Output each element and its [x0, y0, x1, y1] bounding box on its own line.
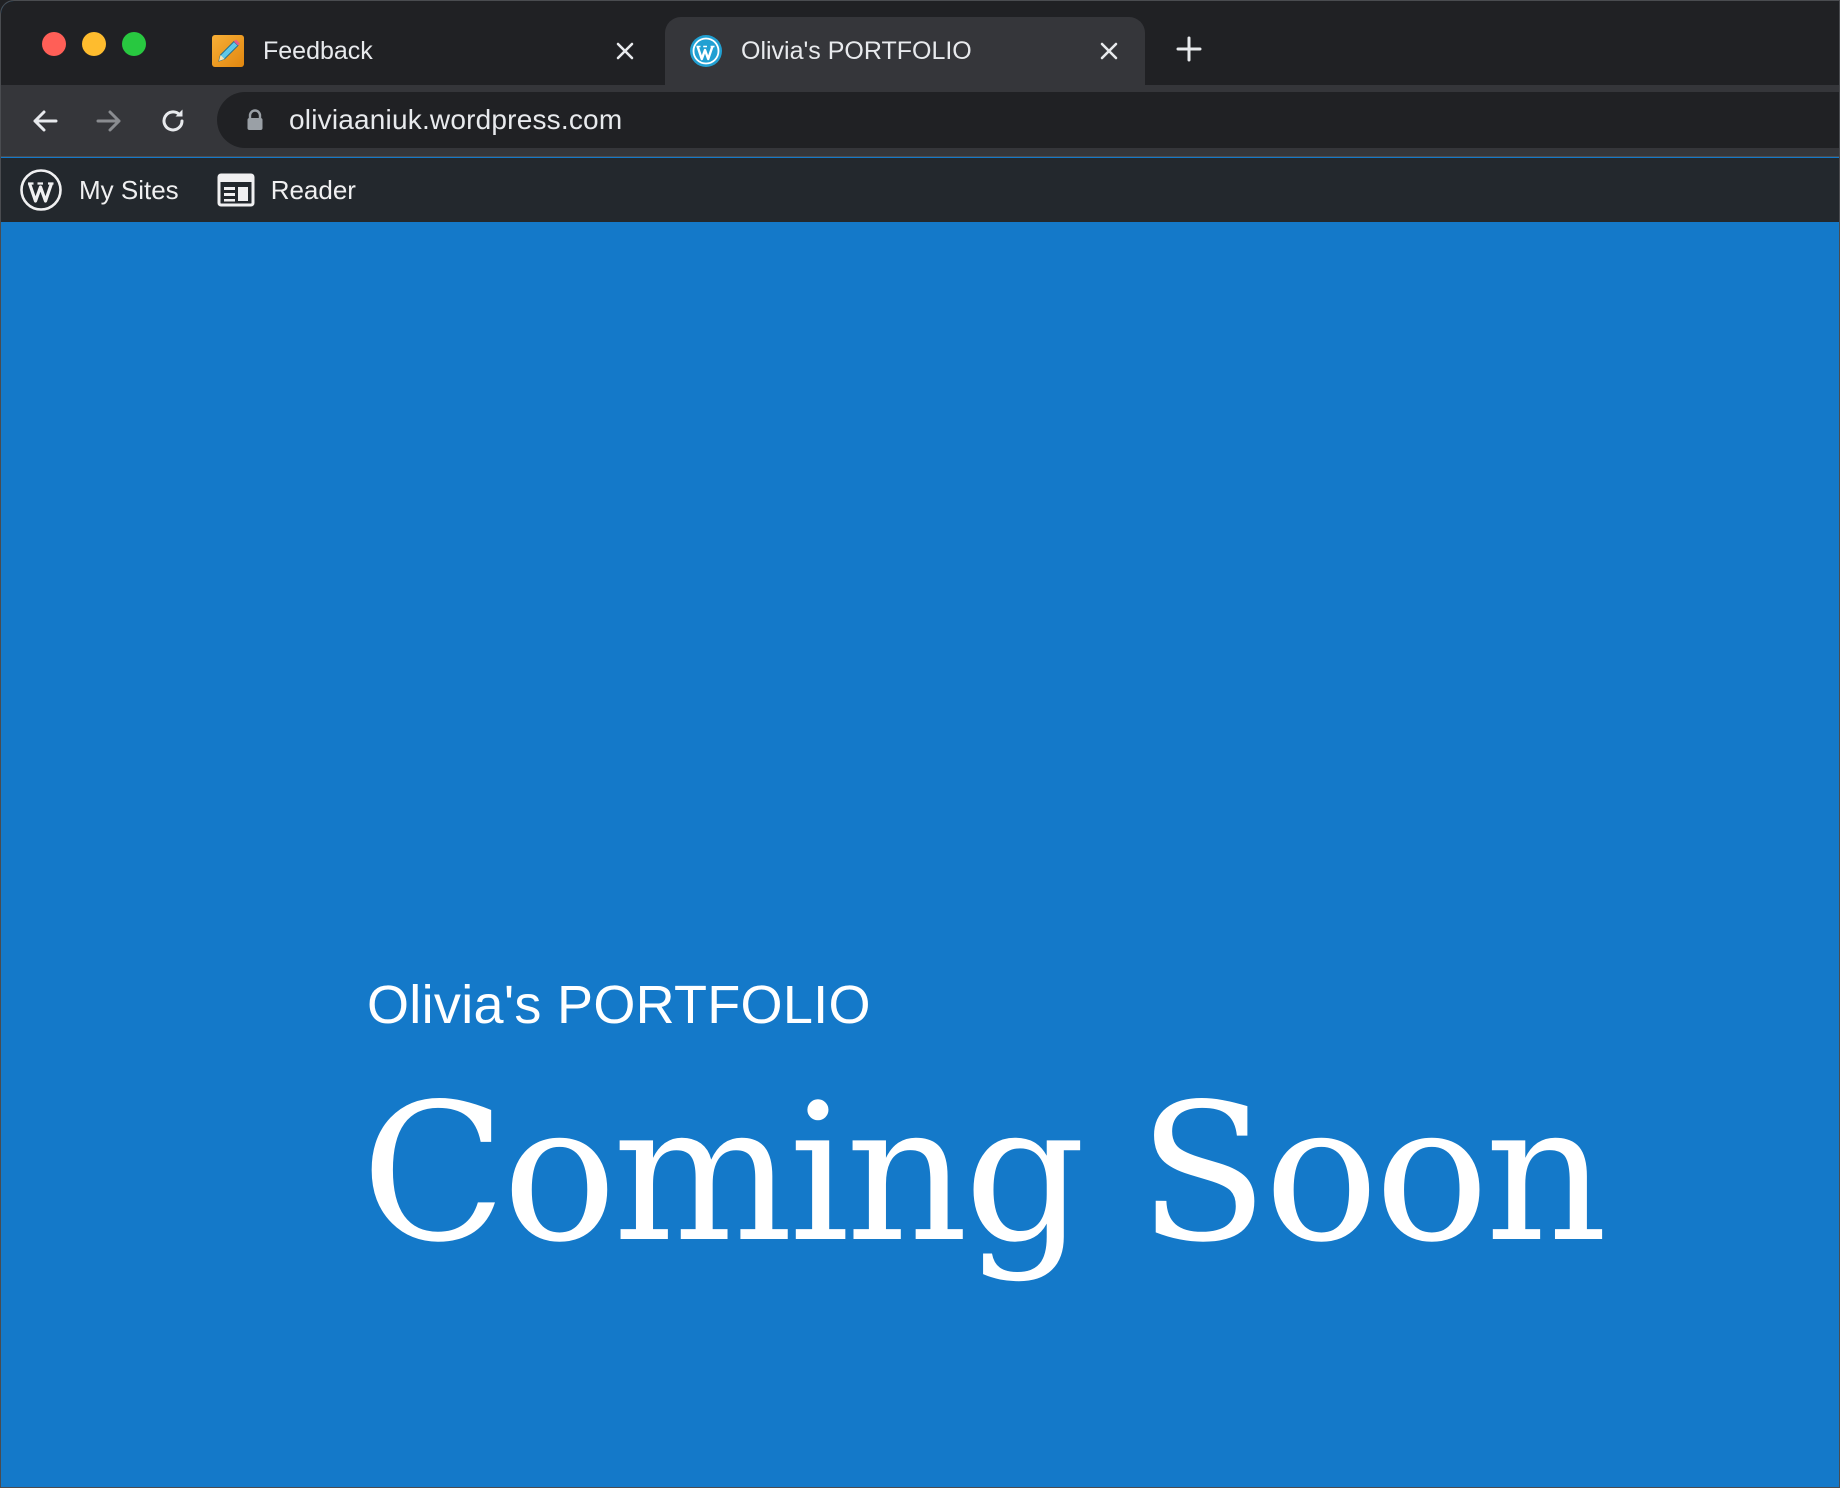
close-icon [616, 42, 634, 60]
address-bar[interactable]: oliviaaniuk.wordpress.com [217, 92, 1839, 148]
site-title: Olivia's PORTFOLIO [367, 975, 871, 1035]
reader-link[interactable]: Reader [217, 158, 386, 222]
my-sites-label: My Sites [79, 174, 179, 205]
lock-icon [247, 109, 263, 130]
page-content: Olivia's PORTFOLIO Coming Soon [1, 222, 1839, 1487]
tab-close-button[interactable] [605, 31, 645, 71]
tab-feedback[interactable]: Feedback [191, 17, 661, 85]
tab-close-button[interactable] [1089, 31, 1129, 71]
plus-icon [1176, 36, 1202, 62]
browser-window: Feedback Olivia's PORTFOLIO oliviaaniuk.… [0, 0, 1840, 1488]
reader-label: Reader [270, 174, 356, 205]
reload-icon [162, 109, 184, 132]
tab-strip: Feedback Olivia's PORTFOLIO [1, 1, 1839, 93]
wordpress-icon [690, 35, 722, 67]
close-icon [1100, 42, 1118, 60]
tab-title: Olivia's PORTFOLIO [741, 36, 972, 65]
pencil-note-icon [212, 35, 244, 67]
new-tab-button[interactable] [1169, 29, 1209, 69]
reader-icon [217, 173, 255, 207]
close-window-button[interactable] [42, 32, 66, 56]
maximize-window-button[interactable] [122, 32, 146, 56]
tab-title: Feedback [263, 36, 373, 65]
browser-toolbar: oliviaaniuk.wordpress.com [1, 85, 1839, 157]
reload-button[interactable] [153, 101, 193, 141]
wordpress-icon [20, 169, 62, 211]
arrow-right-icon [96, 110, 121, 132]
back-button[interactable] [25, 101, 65, 141]
my-sites-link[interactable]: My Sites [1, 158, 217, 222]
tab-olivias-portfolio[interactable]: Olivia's PORTFOLIO [665, 17, 1145, 85]
minimize-window-button[interactable] [82, 32, 106, 56]
forward-button[interactable] [89, 101, 129, 141]
coming-soon-headline: Coming Soon [361, 1063, 1607, 1284]
wp-admin-bar: My Sites Reader [1, 158, 1839, 222]
address-bar-url: oliviaaniuk.wordpress.com [289, 104, 623, 135]
arrow-left-icon [33, 110, 58, 132]
